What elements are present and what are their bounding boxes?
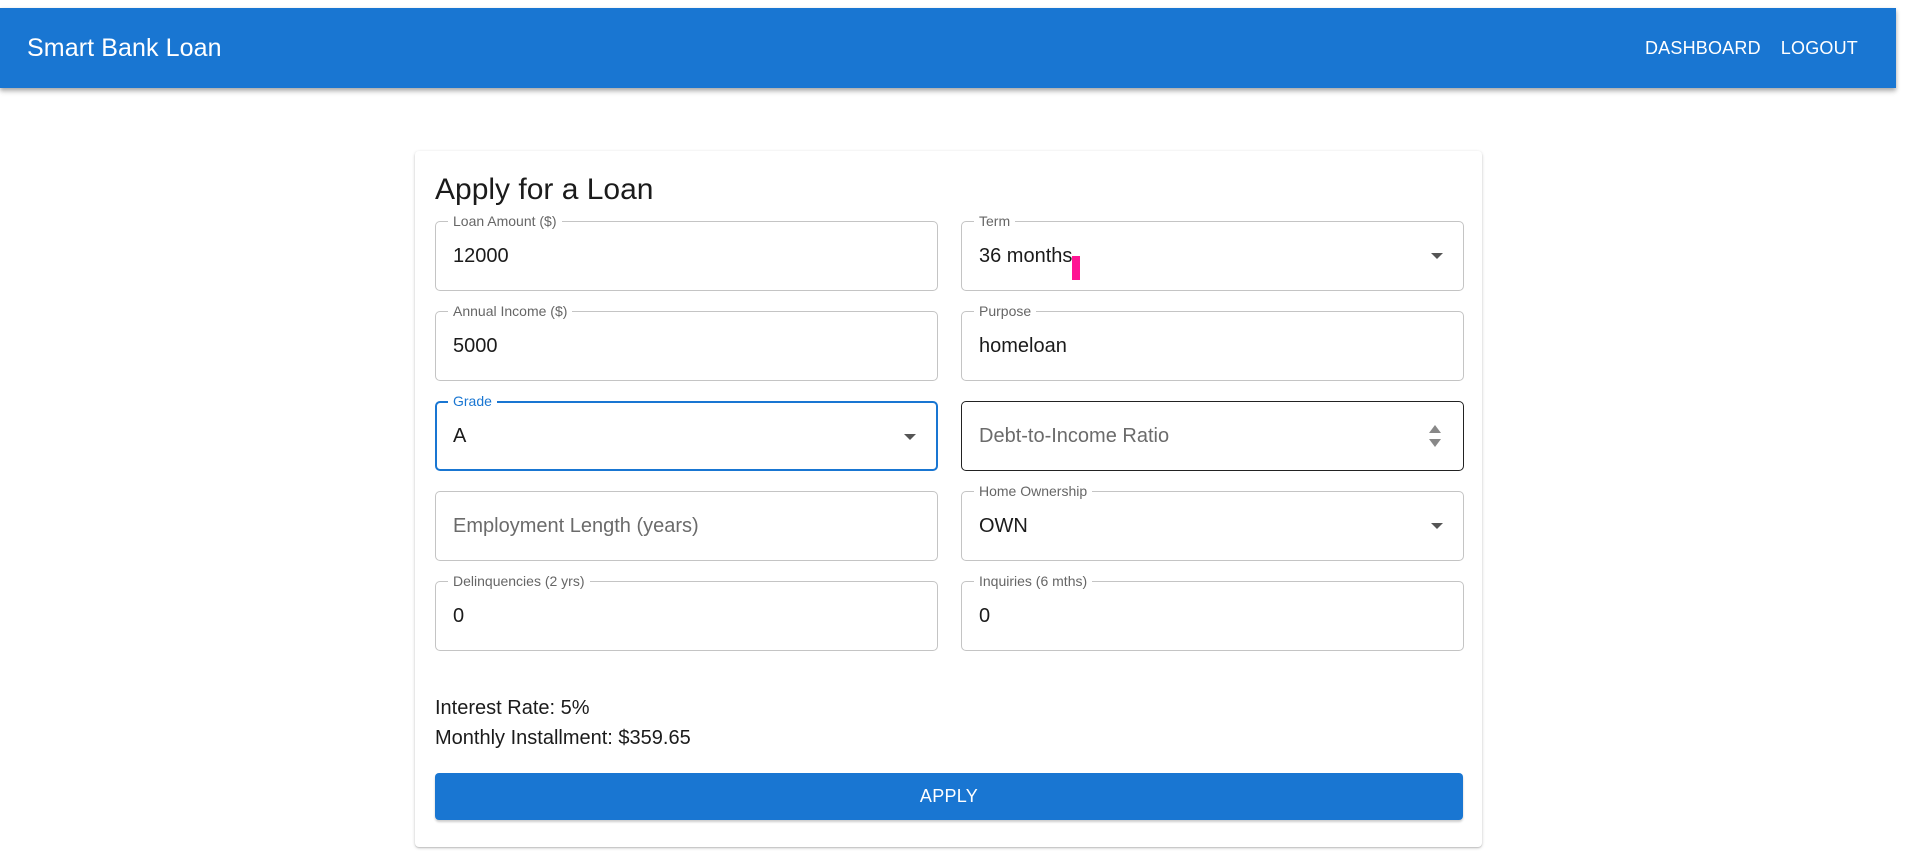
grade-select[interactable]: Grade A [435, 393, 938, 471]
term-value: 36 months [979, 244, 1073, 267]
apply-button[interactable]: APPLY [435, 773, 1463, 820]
dti-placeholder: Debt-to-Income Ratio [979, 424, 1170, 447]
inquiries-label: Inquiries (6 mths) [974, 573, 1093, 589]
spinner-down-icon[interactable] [1429, 439, 1441, 447]
chevron-down-icon[interactable] [1431, 253, 1443, 259]
employment-length-placeholder: Employment Length (years) [453, 514, 699, 537]
loan-amount-field[interactable]: Loan Amount ($) 12000 [435, 213, 938, 291]
employment-length-field[interactable]: Employment Length (years) [435, 491, 938, 561]
delinquencies-value: 0 [453, 604, 465, 627]
spinner-up-icon[interactable] [1429, 425, 1441, 433]
loan-application-card: Apply for a Loan Loan Amount ($) 12000 T… [415, 151, 1482, 847]
chevron-down-icon[interactable] [1431, 523, 1443, 529]
cursor-marker [1072, 256, 1080, 280]
home-ownership-select[interactable]: Home Ownership OWN [961, 483, 1464, 561]
dashboard-button[interactable]: DASHBOARD [1645, 38, 1761, 59]
inquiries-value: 0 [979, 604, 991, 627]
purpose-field[interactable]: Purpose homeloan [961, 303, 1464, 381]
monthly-installment-text: Monthly Installment: $359.65 [435, 727, 691, 749]
chevron-down-icon[interactable] [904, 434, 916, 440]
annual-income-value: 5000 [453, 334, 498, 357]
app-title: Smart Bank Loan [27, 33, 222, 62]
dti-field[interactable]: Debt-to-Income Ratio [961, 401, 1464, 471]
grade-value: A [453, 424, 467, 447]
loan-amount-value: 12000 [453, 244, 509, 267]
number-spinner-icon[interactable] [1429, 425, 1441, 449]
interest-rate-text: Interest Rate: 5% [435, 697, 590, 719]
delinquencies-field[interactable]: Delinquencies (2 yrs) 0 [435, 573, 938, 651]
inquiries-field[interactable]: Inquiries (6 mths) 0 [961, 573, 1464, 651]
home-ownership-value: OWN [979, 514, 1028, 537]
term-select[interactable]: Term 36 months [961, 213, 1464, 291]
page-title: Apply for a Loan [435, 173, 654, 206]
app-bar: Smart Bank Loan DASHBOARD LOGOUT [0, 8, 1896, 88]
annual-income-field[interactable]: Annual Income ($) 5000 [435, 303, 938, 381]
purpose-value: homeloan [979, 334, 1067, 357]
delinquencies-label: Delinquencies (2 yrs) [448, 573, 590, 589]
top-nav: DASHBOARD LOGOUT [1645, 38, 1858, 59]
logout-button[interactable]: LOGOUT [1781, 38, 1858, 59]
